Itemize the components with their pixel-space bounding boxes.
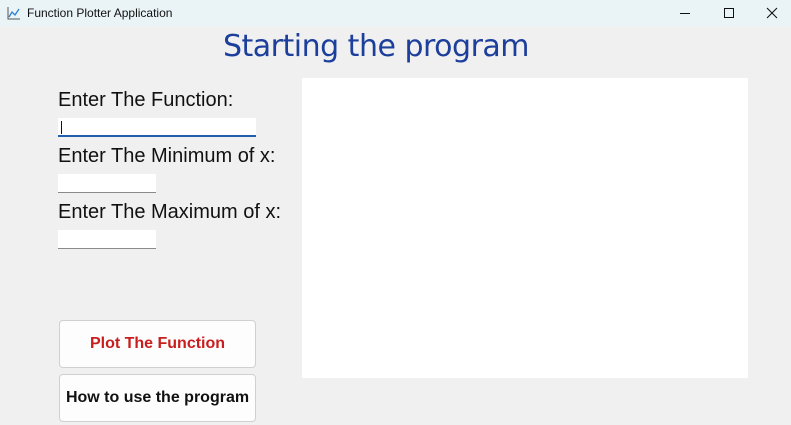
maximize-button[interactable] [707, 0, 751, 26]
plot-canvas [302, 78, 748, 378]
max-x-label: Enter The Maximum of x: [58, 201, 282, 223]
max-x-input[interactable] [58, 230, 156, 249]
chart-line-icon [7, 6, 21, 20]
plot-function-button[interactable]: Plot The Function [59, 320, 256, 368]
maximize-icon [723, 7, 735, 19]
function-label: Enter The Function: [58, 89, 234, 111]
page-title: Starting the program [222, 29, 530, 64]
how-to-use-button[interactable]: How to use the program [59, 374, 256, 422]
close-button[interactable] [750, 0, 791, 26]
text-caret [61, 121, 62, 134]
function-input[interactable] [58, 118, 256, 137]
minimize-icon [679, 7, 691, 19]
window-title: Function Plotter Application [27, 6, 173, 20]
min-x-label: Enter The Minimum of x: [58, 145, 276, 167]
title-bar[interactable]: Function Plotter Application [0, 0, 791, 26]
min-x-input[interactable] [58, 174, 156, 193]
close-icon [766, 7, 778, 19]
minimize-button[interactable] [663, 0, 707, 26]
